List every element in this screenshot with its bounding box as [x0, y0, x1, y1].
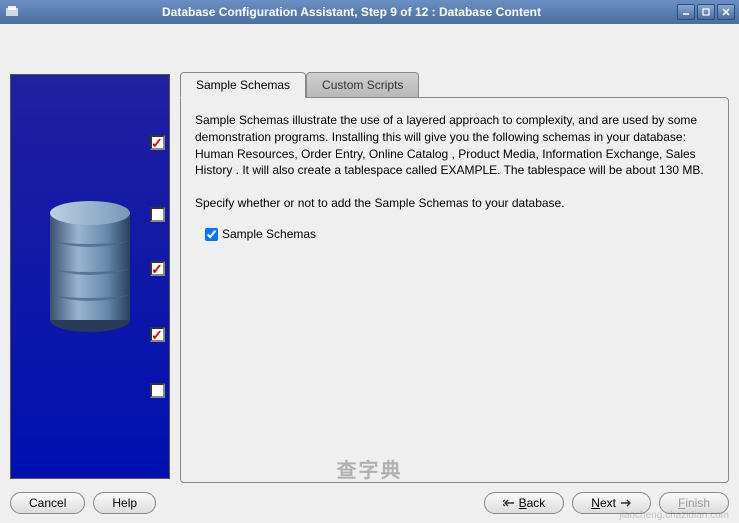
description-text: Sample Schemas illustrate the use of a l…: [195, 112, 714, 179]
button-label: Cancel: [29, 496, 66, 510]
maximize-button[interactable]: [697, 4, 715, 20]
sample-schemas-checkbox-row: Sample Schemas: [205, 226, 714, 243]
step-indicator: ✓: [150, 261, 165, 276]
back-button[interactable]: Back: [484, 492, 565, 514]
button-label: Back: [519, 496, 546, 510]
button-label: Help: [112, 496, 137, 510]
tab-label: Sample Schemas: [196, 78, 290, 92]
cancel-button[interactable]: Cancel: [10, 492, 85, 514]
minimize-button[interactable]: [677, 4, 695, 20]
tab-panel: Sample Schemas illustrate the use of a l…: [180, 97, 729, 483]
step-indicator: [150, 383, 165, 398]
checkbox-label: Sample Schemas: [222, 226, 316, 243]
tab-sample-schemas[interactable]: Sample Schemas: [180, 72, 306, 98]
finish-button[interactable]: Finish: [659, 492, 729, 514]
button-label: Finish: [678, 496, 710, 510]
next-button[interactable]: Next: [572, 492, 651, 514]
back-arrow-icon: [503, 496, 515, 510]
titlebar: Database Configuration Assistant, Step 9…: [0, 0, 739, 24]
window-title: Database Configuration Assistant, Step 9…: [26, 5, 677, 19]
step-indicator: ✓: [150, 327, 165, 342]
sample-schemas-checkbox[interactable]: [205, 228, 218, 241]
window-controls: [677, 4, 735, 20]
app-window: Database Configuration Assistant, Step 9…: [0, 0, 739, 523]
step-indicator: [150, 207, 165, 222]
next-arrow-icon: [620, 496, 632, 510]
tab-custom-scripts[interactable]: Custom Scripts: [306, 72, 419, 97]
database-icon: [45, 195, 135, 338]
content-area: Sample Schemas Custom Scripts Sample Sch…: [180, 72, 729, 483]
tab-row: Sample Schemas Custom Scripts: [180, 72, 729, 97]
tab-label: Custom Scripts: [322, 78, 403, 92]
prompt-text: Specify whether or not to add the Sample…: [195, 195, 714, 212]
button-bar: Cancel Help Back Next Finish: [0, 483, 739, 523]
step-indicator: ✓: [150, 135, 165, 150]
help-button[interactable]: Help: [93, 492, 156, 514]
close-button[interactable]: [717, 4, 735, 20]
button-label: Next: [591, 496, 616, 510]
app-icon: [4, 4, 20, 20]
wizard-sidebar: ✓ ✓ ✓: [10, 74, 170, 479]
main-area: ✓ ✓ ✓: [0, 24, 739, 483]
